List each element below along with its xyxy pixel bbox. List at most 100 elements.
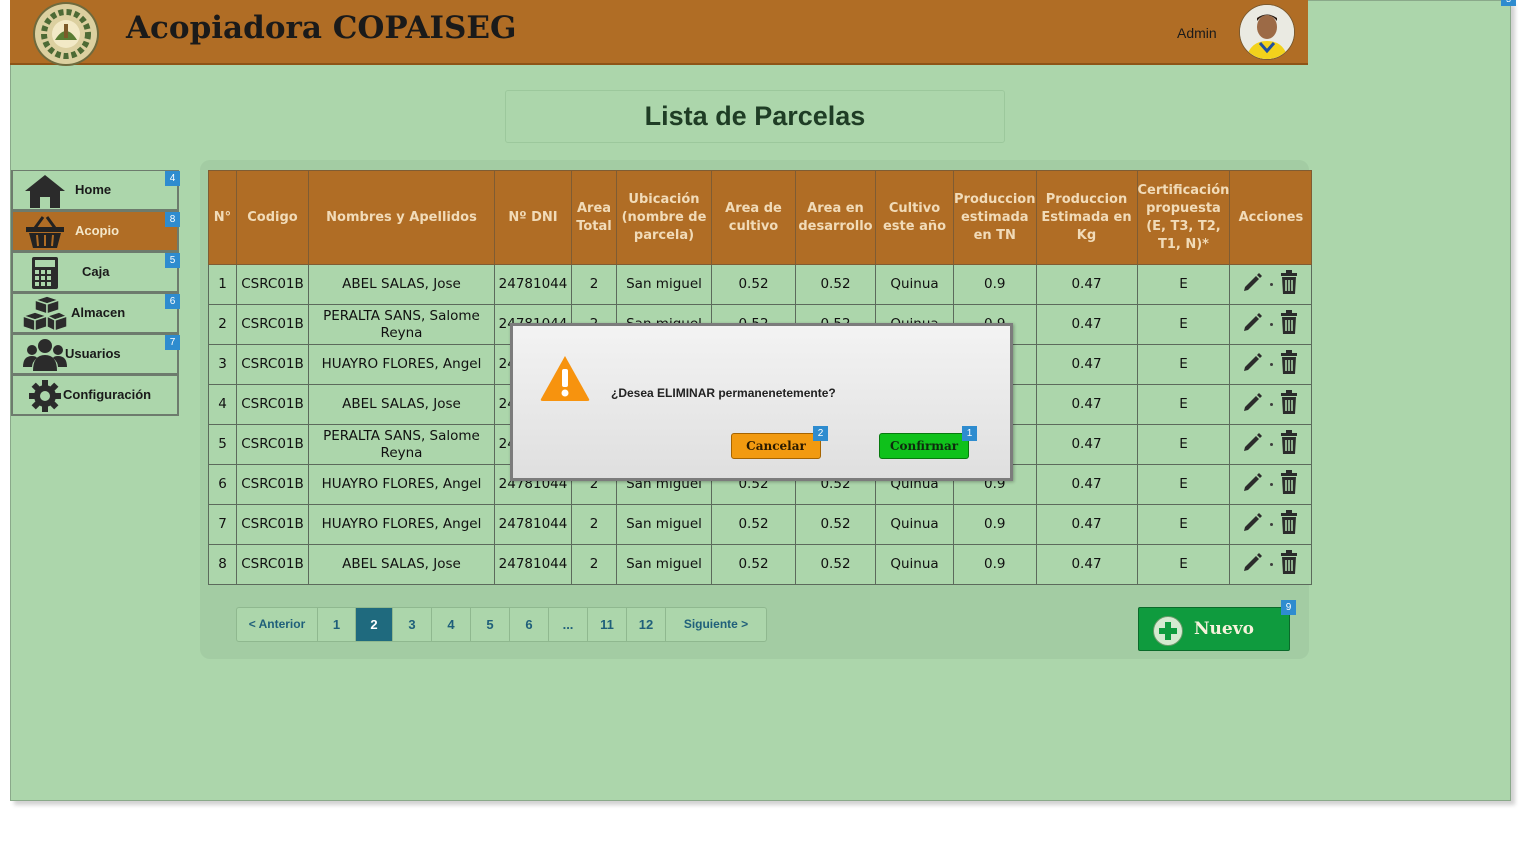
table-cell: 0.52: [795, 504, 876, 545]
table-cell: 8: [208, 544, 237, 585]
sidebar-item-almacen[interactable]: Almacen 6: [11, 293, 180, 334]
sidebar-badge: 6: [165, 294, 180, 309]
sidebar-item-configuracion[interactable]: Configuración: [11, 375, 179, 416]
table-cell: 1: [208, 264, 237, 305]
trash-icon[interactable]: [1279, 310, 1299, 339]
separator-dot: [1270, 483, 1274, 486]
table-cell: 0.47: [1035, 544, 1138, 585]
table-row: 8 CSRC01B ABEL SALAS, Jose 24781044 2 San mig…: [208, 544, 1313, 585]
pagination-page[interactable]: 1: [318, 608, 356, 641]
cancel-button[interactable]: Cancelar: [731, 433, 821, 459]
pagination-page[interactable]: 4: [432, 608, 471, 641]
pagination: < Anterior 1 2 3 4 5 6 ... 11 12 Siguien…: [236, 607, 767, 642]
basket-icon: [23, 214, 65, 248]
sidebar-item-label: Configuración: [63, 387, 152, 402]
pagination-next[interactable]: Siguiente >: [666, 608, 766, 641]
trash-icon[interactable]: [1279, 510, 1299, 539]
trash-icon[interactable]: [1279, 270, 1299, 299]
edit-icon[interactable]: [1242, 351, 1264, 378]
confirm-button[interactable]: Confirmar: [879, 433, 969, 459]
table-row: 7 CSRC01B HUAYRO FLORES, Angel 24781044 2 San…: [208, 504, 1313, 545]
pagination-page[interactable]: 12: [627, 608, 666, 641]
edit-icon[interactable]: [1242, 391, 1264, 418]
sidebar-badge: 8: [165, 212, 180, 227]
sidebar-badge: 4: [165, 171, 180, 186]
table-cell: E: [1136, 304, 1231, 345]
table-cell: San miguel: [616, 264, 712, 305]
table-cell: 2: [208, 304, 237, 345]
calculator-icon: [23, 255, 65, 289]
table-cell: Quinua: [875, 504, 954, 545]
edit-icon[interactable]: [1242, 471, 1264, 498]
table-cell: PERALTA SANS, Salome Reyna: [308, 424, 495, 465]
trash-icon[interactable]: [1279, 350, 1299, 379]
table-header-row: N° Codigo Nombres y Apellidos Nº DNI Are…: [208, 170, 1313, 265]
pagination-page[interactable]: 5: [471, 608, 510, 641]
col-header: Nº DNI: [494, 170, 572, 265]
col-header: N°: [208, 170, 237, 265]
sidebar-badge: 5: [165, 253, 180, 268]
table-cell: CSRC01B: [236, 424, 309, 465]
pagination-page[interactable]: 6: [510, 608, 549, 641]
trash-icon[interactable]: [1279, 470, 1299, 499]
cancel-badge: 2: [813, 426, 828, 441]
table-cell: CSRC01B: [236, 304, 309, 345]
table-cell: 2: [571, 264, 617, 305]
separator-dot: [1270, 563, 1274, 566]
user-name[interactable]: Admin: [1177, 25, 1217, 41]
sidebar-item-label: Acopio: [75, 223, 120, 238]
sidebar-item-caja[interactable]: Caja 5: [11, 252, 180, 293]
edit-icon[interactable]: [1242, 511, 1264, 538]
new-button[interactable]: Nuevo: [1138, 607, 1290, 651]
pagination-page[interactable]: 3: [393, 608, 432, 641]
users-icon: [23, 337, 67, 371]
table-cell: 6: [208, 464, 237, 505]
new-button-badge: 9: [1281, 600, 1296, 615]
table-cell: San miguel: [616, 544, 712, 585]
trash-icon[interactable]: [1279, 550, 1299, 579]
table-cell: E: [1136, 464, 1231, 505]
table-cell: 4: [208, 384, 237, 425]
table-cell: 0.52: [795, 264, 876, 305]
sidebar-badge: 7: [165, 335, 180, 350]
table-cell: E: [1136, 544, 1231, 585]
pagination-page[interactable]: 11: [588, 608, 627, 641]
edit-icon[interactable]: [1242, 271, 1264, 298]
edit-icon[interactable]: [1242, 551, 1264, 578]
pagination-page-current[interactable]: 2: [356, 608, 393, 641]
new-button-label: Nuevo: [1194, 619, 1254, 639]
col-header: Cultivo este año: [875, 170, 954, 265]
warning-icon: [539, 354, 591, 407]
table-cell: 24781044: [494, 544, 572, 585]
table-cell: ABEL SALAS, Jose: [308, 544, 495, 585]
table-cell: 0.47: [1035, 424, 1138, 465]
sidebar-item-home[interactable]: Home 4: [11, 170, 180, 211]
actions-cell: [1229, 344, 1313, 385]
confirm-delete-dialog: ¿Desea ELIMINAR permanenetemente? Cancel…: [510, 323, 1013, 481]
pagination-ellipsis: ...: [549, 608, 588, 641]
edit-icon[interactable]: [1242, 311, 1264, 338]
sidebar-item-usuarios[interactable]: Usuarios 7: [11, 334, 180, 375]
table-cell: E: [1136, 424, 1231, 465]
table-cell: 5: [208, 424, 237, 465]
col-header: Area de cultivo: [711, 170, 796, 265]
trash-icon[interactable]: [1279, 430, 1299, 459]
table-cell: 3: [208, 344, 237, 385]
edit-icon[interactable]: [1242, 431, 1264, 458]
table-cell: CSRC01B: [236, 504, 309, 545]
table-cell: CSRC01B: [236, 264, 309, 305]
sidebar-item-acopio[interactable]: Acopio 8: [11, 211, 180, 252]
table-cell: 0.52: [711, 504, 796, 545]
pagination-prev[interactable]: < Anterior: [237, 608, 318, 641]
table-row: 1 CSRC01B ABEL SALAS, Jose 24781044 2 San mig…: [208, 264, 1313, 305]
dialog-message: ¿Desea ELIMINAR permanenetemente?: [611, 386, 836, 400]
table-cell: 24781044: [494, 264, 572, 305]
trash-icon[interactable]: [1279, 390, 1299, 419]
boxes-icon: [20, 295, 69, 333]
user-avatar[interactable]: [1239, 4, 1295, 60]
table-cell: 7: [208, 504, 237, 545]
separator-dot: [1270, 283, 1274, 286]
table-cell: 0.9: [953, 504, 1037, 545]
actions-cell: [1229, 464, 1313, 505]
table-cell: HUAYRO FLORES, Angel: [308, 344, 495, 385]
